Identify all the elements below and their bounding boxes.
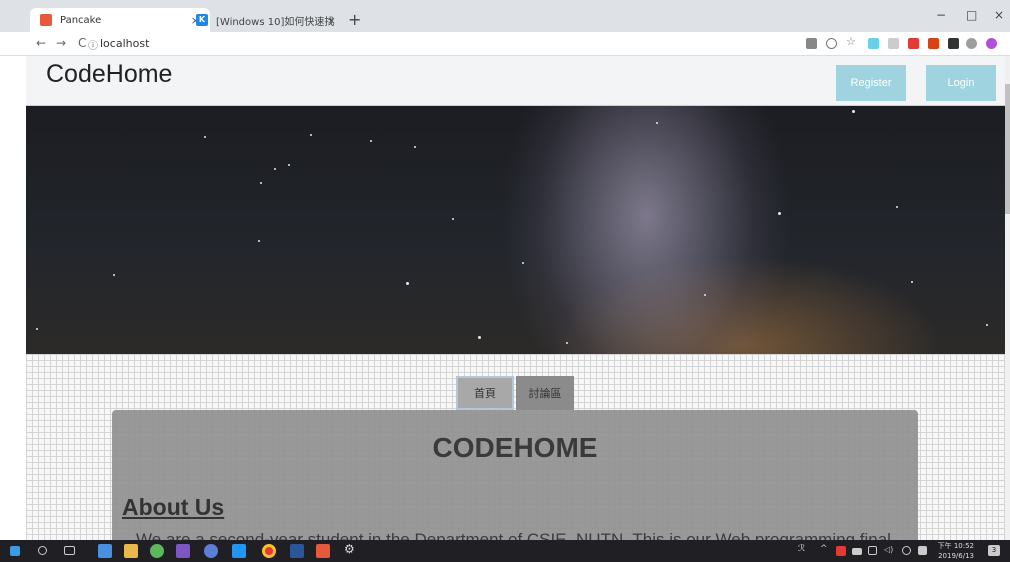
- star: [274, 168, 276, 170]
- tab-home-label: 首頁: [474, 387, 496, 400]
- tab-home[interactable]: 首頁: [456, 376, 514, 410]
- tab-title: [Windows 10]如何快速找出直接: [216, 16, 334, 28]
- extension-icon[interactable]: [966, 38, 977, 49]
- site-info-icon[interactable]: ⓘ: [88, 37, 98, 52]
- network-icon[interactable]: [868, 546, 877, 555]
- tray-chevron-icon[interactable]: ^: [820, 544, 834, 558]
- star: [656, 122, 658, 124]
- volume-icon[interactable]: ◁): [884, 545, 898, 559]
- page-title: CODEHOME: [432, 432, 598, 463]
- battery-icon[interactable]: [852, 548, 862, 555]
- about-text: We are a second-year student in the Depa…: [136, 530, 891, 540]
- star: [896, 206, 898, 208]
- star: [310, 134, 312, 136]
- extension-icon[interactable]: [888, 38, 899, 49]
- star: [406, 282, 409, 285]
- app-icon[interactable]: [204, 544, 218, 558]
- windows-taskbar: ⚙ ℛ ^ ◁) 下午 10:52 2019/6/13 3: [0, 540, 1010, 562]
- site-header: CodeHome Register Login: [26, 56, 1005, 106]
- star: [260, 182, 262, 184]
- browser-toolbar: ← → C ⓘ localhost ☆: [0, 32, 1010, 56]
- content-card: CODEHOME About Us We are a second-year s…: [112, 410, 918, 540]
- tab-forum[interactable]: 討論區: [516, 376, 574, 410]
- back-icon[interactable]: ←: [36, 36, 46, 50]
- word-icon[interactable]: [290, 544, 304, 558]
- maximize-button[interactable]: □: [966, 8, 977, 22]
- extension-icon[interactable]: [948, 38, 959, 49]
- star: [370, 140, 372, 142]
- about-heading: About Us: [122, 494, 225, 520]
- scrollbar-thumb[interactable]: [1005, 84, 1010, 214]
- tab-forum-label: 討論區: [528, 387, 562, 400]
- pancake-favicon-icon: [40, 14, 52, 26]
- star: [113, 274, 115, 276]
- star: [258, 240, 260, 242]
- login-button[interactable]: Login: [926, 65, 996, 101]
- tray-app-icon[interactable]: [902, 546, 911, 555]
- star: [414, 146, 416, 148]
- minimize-button[interactable]: −: [936, 8, 946, 22]
- tab-title: Pancake: [60, 14, 102, 26]
- site-brand[interactable]: CodeHome: [46, 60, 172, 89]
- star: [704, 294, 706, 296]
- tray-app-icon[interactable]: [836, 546, 846, 556]
- forward-icon[interactable]: →: [56, 36, 66, 50]
- hero-banner: [26, 106, 1005, 354]
- address-bar[interactable]: localhost: [100, 37, 149, 50]
- star: [852, 110, 855, 113]
- app-icon[interactable]: [150, 544, 164, 558]
- new-tab-button[interactable]: +: [348, 10, 361, 29]
- star: [778, 212, 781, 215]
- star: [566, 342, 568, 344]
- tab-close-icon[interactable]: ×: [327, 14, 336, 27]
- star: [986, 324, 988, 326]
- translate-icon[interactable]: [806, 38, 817, 49]
- web-page: CodeHome Register Login 首頁 討論區 CODEHOME: [26, 56, 1005, 540]
- pancake-icon[interactable]: [316, 544, 330, 558]
- app-icon[interactable]: [98, 544, 112, 558]
- star: [911, 281, 913, 283]
- extension-icon[interactable]: [868, 38, 879, 49]
- star: [36, 328, 38, 330]
- star: [478, 336, 481, 339]
- close-window-button[interactable]: ×: [994, 8, 1004, 22]
- taskbar-time[interactable]: 下午 10:52: [934, 542, 974, 550]
- register-button[interactable]: Register: [836, 65, 906, 101]
- task-view-icon[interactable]: [64, 546, 75, 555]
- file-explorer-icon[interactable]: [124, 544, 138, 558]
- bookmark-star-icon[interactable]: ☆: [846, 35, 857, 48]
- k-favicon-icon: K: [196, 14, 208, 26]
- taskbar-date[interactable]: 2019/6/13: [934, 552, 974, 560]
- reload-icon[interactable]: C: [78, 36, 86, 50]
- star: [452, 218, 454, 220]
- star: [204, 136, 206, 138]
- notification-icon[interactable]: 3: [988, 545, 1000, 556]
- tab-windows10[interactable]: K [Windows 10]如何快速找出直接 ×: [186, 8, 346, 32]
- people-icon[interactable]: ℛ: [798, 544, 812, 558]
- chrome-icon[interactable]: [262, 544, 276, 558]
- star: [522, 262, 524, 264]
- vscode-icon[interactable]: [232, 544, 246, 558]
- settings-gear-icon[interactable]: ⚙: [344, 542, 358, 556]
- profile-avatar[interactable]: [986, 38, 997, 49]
- extension-icon[interactable]: [928, 38, 939, 49]
- search-icon[interactable]: [38, 546, 47, 555]
- pocket-icon[interactable]: [908, 38, 919, 49]
- zoom-icon[interactable]: [826, 38, 837, 49]
- star: [288, 164, 290, 166]
- app-icon[interactable]: [176, 544, 190, 558]
- windows-start-icon[interactable]: [10, 546, 20, 556]
- browser-tab-bar: Pancake × K [Windows 10]如何快速找出直接 × + − □…: [0, 0, 1010, 32]
- tab-pancake[interactable]: Pancake ×: [30, 8, 210, 32]
- ime-icon[interactable]: [918, 546, 927, 555]
